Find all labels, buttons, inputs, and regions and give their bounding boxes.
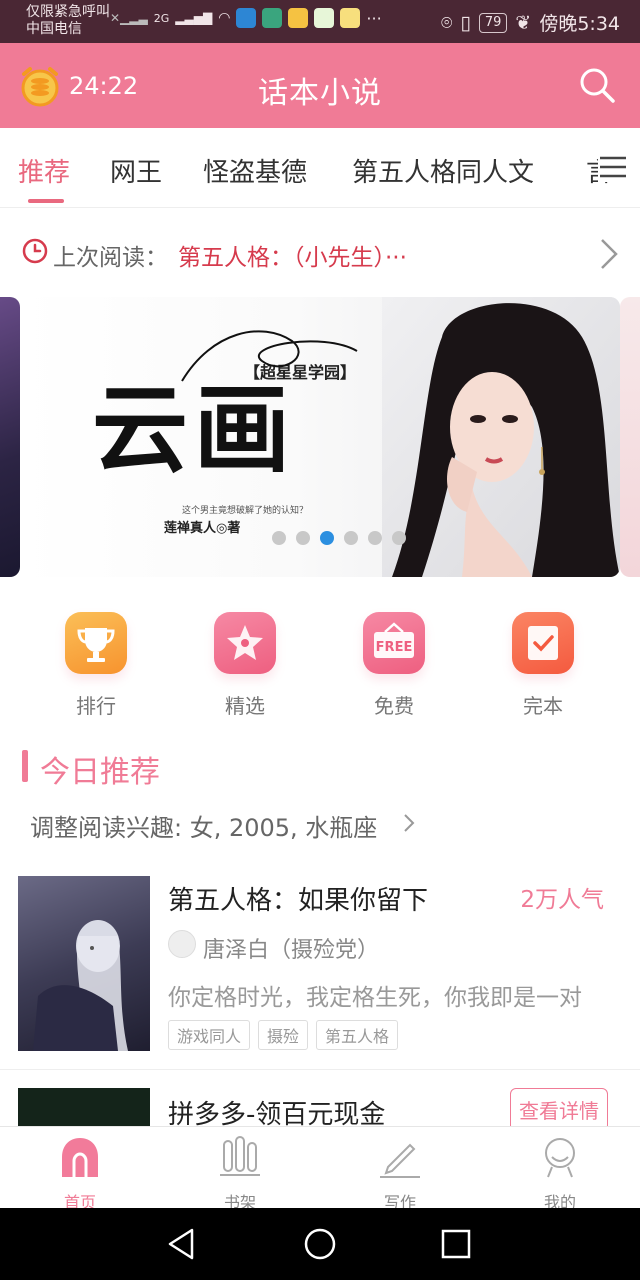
network-label: 2G [153, 11, 170, 25]
book-popularity: 2万人气 [520, 887, 604, 913]
quick-entry-grid: 排行 精选 FREE 免费 完本 [0, 600, 640, 730]
quick-entry-featured[interactable]: 精选 [200, 612, 290, 719]
nav-bookshelf[interactable]: 书架 [200, 1135, 280, 1213]
clock-icon [22, 238, 48, 264]
app-notification-icon-3 [340, 8, 361, 28]
system-navigation-bar [0, 1208, 640, 1280]
free-sign-icon: FREE [363, 612, 425, 674]
banner-tagline: 这个男主竟想破解了她的认知？ [182, 506, 309, 516]
book-title[interactable]: 第五人格：如果你留下 [168, 880, 428, 917]
banner-title: 云画 [92, 373, 296, 486]
carousel-dot-active[interactable] [320, 531, 334, 545]
signal-icon: ▂▃▅▇ [175, 11, 213, 25]
app-notification-icon-2 [262, 8, 283, 28]
carousel-indicator [272, 531, 406, 545]
banner-author: 莲禅真人◎著 [164, 521, 241, 536]
no-signal-icon: ✕▁▂▃ [110, 11, 148, 25]
leaf-icon: ❦ [515, 11, 532, 34]
last-read-label: 上次阅读： [53, 245, 168, 271]
carousel-dot[interactable] [296, 531, 310, 545]
last-read-bar[interactable]: 上次阅读： 第五人格：（小先生）··· [0, 208, 640, 296]
home-circle-icon[interactable] [302, 1226, 338, 1262]
pen-icon [380, 1143, 420, 1178]
bookshelf-icon [220, 1136, 260, 1176]
adjust-interest-link[interactable]: 调整阅读兴趣: 女, 2005, 水瓶座 [30, 808, 377, 843]
chevron-right-icon[interactable] [598, 236, 620, 272]
last-read-book[interactable]: 第五人格：（小先生）··· [178, 238, 407, 272]
author-avatar[interactable] [168, 930, 196, 958]
book-description: 你定格时光，我定格生死，你我即是一对 [168, 985, 582, 1011]
recents-square-icon[interactable] [438, 1226, 474, 1262]
wifi-icon: ◠ [218, 10, 231, 26]
category-tabs: 推荐 网王 怪盗基德 第五人格同人文 言 [0, 128, 640, 208]
tab-wangwang[interactable]: 网王 [110, 152, 162, 189]
carousel-dot[interactable] [392, 531, 406, 545]
book-author[interactable]: 唐泽白（摄殓党） [203, 932, 379, 964]
profile-icon [545, 1138, 575, 1178]
nav-write[interactable]: 写作 [360, 1135, 440, 1213]
search-icon[interactable] [578, 66, 616, 104]
carousel-dot[interactable] [344, 531, 358, 545]
app-header: 24:22 话本小说 [0, 43, 640, 128]
ad-title[interactable]: 拼多多-领百元现金 [168, 1094, 385, 1126]
banner-prev-peek[interactable] [0, 297, 20, 577]
carrier-info: 仅限紧急呼叫 中国电信 [26, 4, 110, 38]
location-icon: ⌾ [440, 11, 453, 34]
quick-entry-label: 排行 [76, 694, 116, 718]
section-accent-bar [22, 750, 28, 782]
battery-indicator: 79 [478, 12, 508, 33]
section-title: 今日推荐 [40, 755, 160, 790]
weibo-icon [288, 8, 309, 28]
quick-entry-completed[interactable]: 完本 [498, 612, 588, 719]
carousel-dot[interactable] [272, 531, 286, 545]
tab-recommend[interactable]: 推荐 [18, 152, 70, 189]
app-notification-icon-1 [236, 8, 257, 28]
carrier-line1: 仅限紧急呼叫 [26, 4, 110, 20]
nav-home[interactable]: 首页 [40, 1135, 120, 1213]
quick-entry-label: 免费 [374, 694, 414, 718]
svg-text:FREE: FREE [376, 640, 413, 655]
more-notifications: ··· [366, 8, 382, 28]
carrier-line2: 中国电信 [26, 21, 82, 37]
book-cover-image[interactable] [18, 876, 150, 1051]
play-icon [314, 8, 335, 28]
quick-entry-label: 精选 [225, 694, 265, 718]
quick-entry-label: 完本 [523, 694, 563, 718]
banner-carousel[interactable]: 【超星星学园】 云画 这个男主竟想破解了她的认知？ 莲禅真人◎著 [0, 297, 640, 577]
banner-portrait-image [382, 297, 620, 577]
status-bar: 仅限紧急呼叫 中国电信 ✕▁▂▃ 2G ▂▃▅▇ ◠ ··· ⌾ ▯ 79 ❦ … [0, 0, 640, 43]
clock-time: 傍晚5:34 [539, 13, 620, 35]
nav-profile[interactable]: 我的 [520, 1135, 600, 1213]
ad-details-button[interactable]: 查看详情 [510, 1088, 608, 1126]
carousel-dot[interactable] [368, 531, 382, 545]
back-icon[interactable] [164, 1226, 200, 1262]
bottom-navigation: 首页 书架 写作 我的 [0, 1126, 640, 1212]
active-tab-indicator [28, 199, 64, 203]
ad-thumbnail[interactable] [18, 1088, 150, 1126]
app-title: 话本小说 [258, 76, 382, 111]
checklist-icon [512, 612, 574, 674]
menu-icon[interactable] [598, 152, 628, 182]
tab-kaito-kid[interactable]: 怪盗基德 [203, 152, 307, 189]
tab-identity-v-fanfic[interactable]: 第五人格同人文 [352, 152, 534, 189]
quick-entry-free[interactable]: FREE 免费 [349, 612, 439, 719]
book-tag[interactable]: 游戏同人 [168, 1020, 251, 1050]
star-icon [214, 612, 276, 674]
book-tags: 游戏同人 摄殓 第五人格 [168, 1020, 399, 1050]
banner-next-peek[interactable] [620, 297, 640, 577]
book-tag[interactable]: 第五人格 [316, 1020, 399, 1050]
notification-icons: ✕▁▂▃ 2G ▂▃▅▇ ◠ ··· [110, 8, 382, 28]
book-tag[interactable]: 摄殓 [258, 1020, 309, 1050]
book-list-item[interactable]: 第五人格：如果你留下 2万人气 唐泽白（摄殓党） 你定格时光，我定格生死，你我即… [0, 860, 640, 1070]
ad-list-item[interactable]: 拼多多-领百元现金 查看详情 [0, 1072, 640, 1126]
home-icon [62, 1138, 98, 1177]
banner-slide[interactable]: 【超星星学园】 云画 这个男主竟想破解了她的认知？ 莲禅真人◎著 [22, 297, 620, 577]
chevron-right-icon[interactable] [402, 812, 416, 834]
quick-entry-ranking[interactable]: 排行 [51, 612, 141, 719]
trophy-icon [65, 612, 127, 674]
vibrate-icon: ▯ [460, 11, 471, 34]
status-right: ⌾ ▯ 79 ❦ 傍晚5:34 [441, 9, 620, 36]
